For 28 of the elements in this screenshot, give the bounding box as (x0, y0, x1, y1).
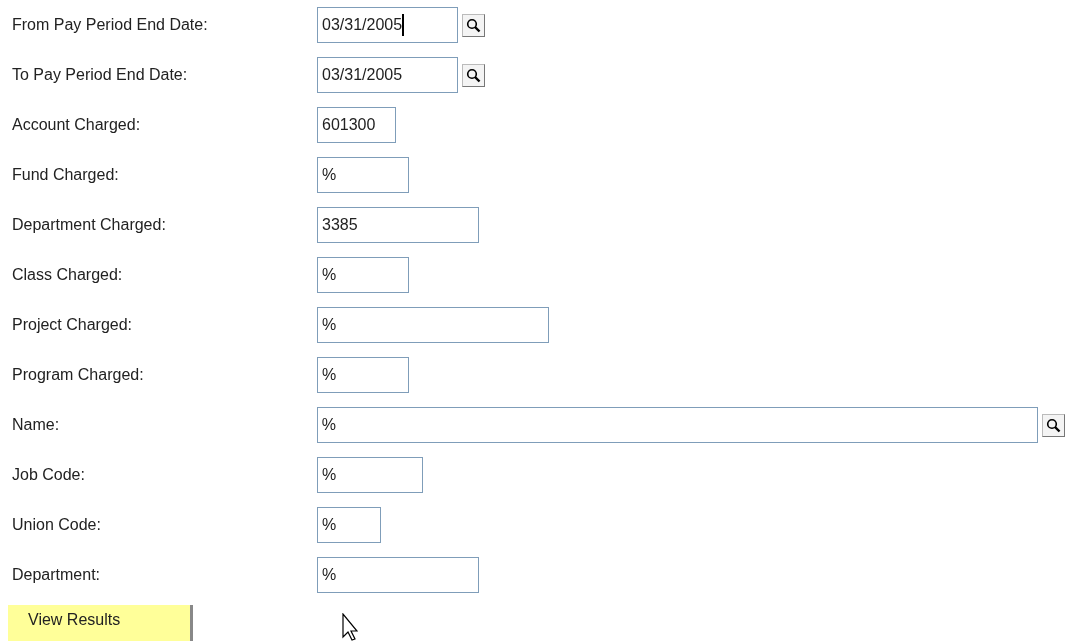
input-field[interactable]: 601300 (317, 107, 396, 143)
field-label: Project Charged: (12, 315, 134, 335)
field-label: From Pay Period End Date: (12, 15, 209, 35)
input-field[interactable]: % (317, 157, 409, 193)
input-field[interactable]: % (316, 407, 1038, 443)
field-label: Union Code: (12, 515, 102, 535)
view-results-button[interactable]: View Results (8, 605, 193, 641)
input-field[interactable]: % (317, 307, 549, 343)
search-button[interactable] (462, 63, 485, 87)
field-label: Department Charged: (12, 215, 167, 235)
input-field[interactable]: % (317, 357, 409, 393)
search-button[interactable] (1042, 413, 1065, 437)
input-field[interactable]: 03/31/2005 (317, 57, 458, 93)
input-field[interactable]: % (317, 257, 409, 293)
field-label: Name: (12, 415, 61, 435)
field-label: Class Charged: (12, 265, 124, 285)
input-field[interactable]: 03/31/2005 (317, 7, 458, 43)
field-label: Job Code: (12, 465, 86, 485)
input-field[interactable]: % (317, 507, 381, 543)
input-field[interactable]: % (317, 557, 479, 593)
field-label: To Pay Period End Date: (12, 65, 189, 85)
field-label: Account Charged: (12, 115, 142, 135)
input-field[interactable]: % (317, 457, 423, 493)
search-button[interactable] (462, 13, 485, 37)
input-field[interactable]: 3385 (317, 207, 479, 243)
field-label: Fund Charged: (12, 165, 120, 185)
field-label: Program Charged: (12, 365, 145, 385)
field-label: Department: (12, 565, 102, 585)
